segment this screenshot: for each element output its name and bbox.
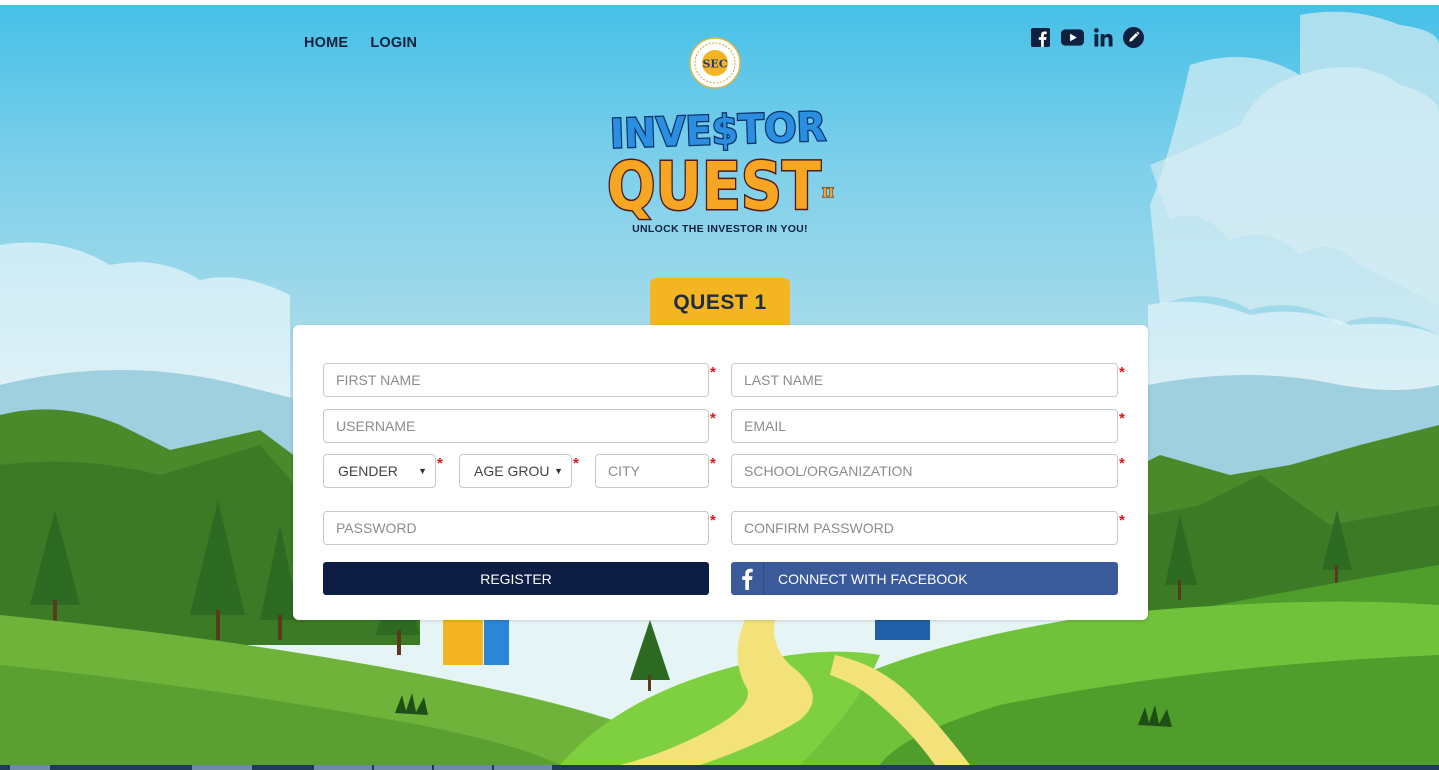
gender-select-value: GENDER [338, 463, 398, 479]
taskbar-button[interactable] [314, 765, 372, 770]
taskbar-button[interactable] [494, 765, 552, 770]
required-marker: * [710, 455, 716, 472]
email-input[interactable] [744, 418, 1117, 434]
social-links [1030, 27, 1144, 48]
tagline: UNLOCK THE INVESTOR IN YOU! [632, 223, 808, 235]
email-field[interactable] [731, 409, 1118, 443]
required-marker: * [1119, 455, 1125, 472]
confirm-password-input[interactable] [744, 520, 1117, 536]
city-field[interactable] [595, 454, 709, 488]
required-marker: * [437, 455, 443, 472]
gender-select[interactable]: GENDER ▼ [323, 454, 436, 488]
logo-suffix: II [822, 186, 834, 201]
age-group-select[interactable]: AGE GROU ▼ [459, 454, 572, 488]
nav-home-link[interactable]: HOME [304, 35, 348, 51]
register-button[interactable]: REGISTER [323, 562, 709, 595]
school-organization-input[interactable] [744, 463, 1117, 479]
linkedin-icon[interactable] [1093, 27, 1114, 48]
password-input[interactable] [336, 520, 708, 536]
city-input[interactable] [608, 463, 708, 479]
required-marker: * [1119, 512, 1125, 529]
dropdown-arrow-icon: ▼ [554, 466, 563, 476]
password-field[interactable] [323, 511, 709, 545]
os-taskbar [0, 765, 1439, 770]
sec-seal-logo: SEC [689, 37, 741, 89]
username-input[interactable] [336, 418, 708, 434]
school-organization-field[interactable] [731, 454, 1118, 488]
taskbar-button[interactable] [192, 765, 252, 770]
connect-facebook-label: CONNECT WITH FACEBOOK [778, 570, 968, 587]
username-field[interactable] [323, 409, 709, 443]
required-marker: * [573, 455, 579, 472]
facebook-f-icon [731, 562, 764, 595]
quest-tab: QUEST 1 [650, 278, 790, 328]
required-marker: * [710, 410, 716, 427]
confirm-password-field[interactable] [731, 511, 1118, 545]
top-nav: HOME LOGIN [304, 35, 417, 51]
first-name-input[interactable] [336, 372, 708, 388]
required-marker: * [1119, 410, 1125, 427]
first-name-field[interactable] [323, 363, 709, 397]
blog-pencil-icon[interactable] [1123, 27, 1144, 48]
required-marker: * [710, 364, 716, 381]
nav-login-link[interactable]: LOGIN [370, 35, 417, 51]
required-marker: * [1119, 364, 1125, 381]
last-name-input[interactable] [744, 372, 1117, 388]
youtube-icon[interactable] [1060, 27, 1084, 48]
investor-quest-logo: INVE$TOR QUEST II [600, 101, 840, 227]
register-button-label: REGISTER [480, 570, 552, 587]
age-group-select-value: AGE GROU [474, 463, 550, 479]
connect-facebook-button[interactable]: CONNECT WITH FACEBOOK [731, 562, 1118, 595]
seal-text: SEC [702, 58, 727, 71]
facebook-icon[interactable] [1030, 27, 1051, 48]
registration-form: * * * * GENDER ▼ * AGE GROU ▼ * * [293, 325, 1148, 620]
background-scene: HOME LOGIN SEC INVE$TOR QUEST II UNLOCK … [0, 5, 1439, 765]
logo-line2: QUEST [607, 148, 821, 221]
last-name-field[interactable] [731, 363, 1118, 397]
dropdown-arrow-icon: ▼ [418, 466, 427, 476]
taskbar-button[interactable] [374, 765, 432, 770]
taskbar-button[interactable] [10, 765, 50, 770]
taskbar-button[interactable] [434, 765, 492, 770]
required-marker: * [710, 512, 716, 529]
